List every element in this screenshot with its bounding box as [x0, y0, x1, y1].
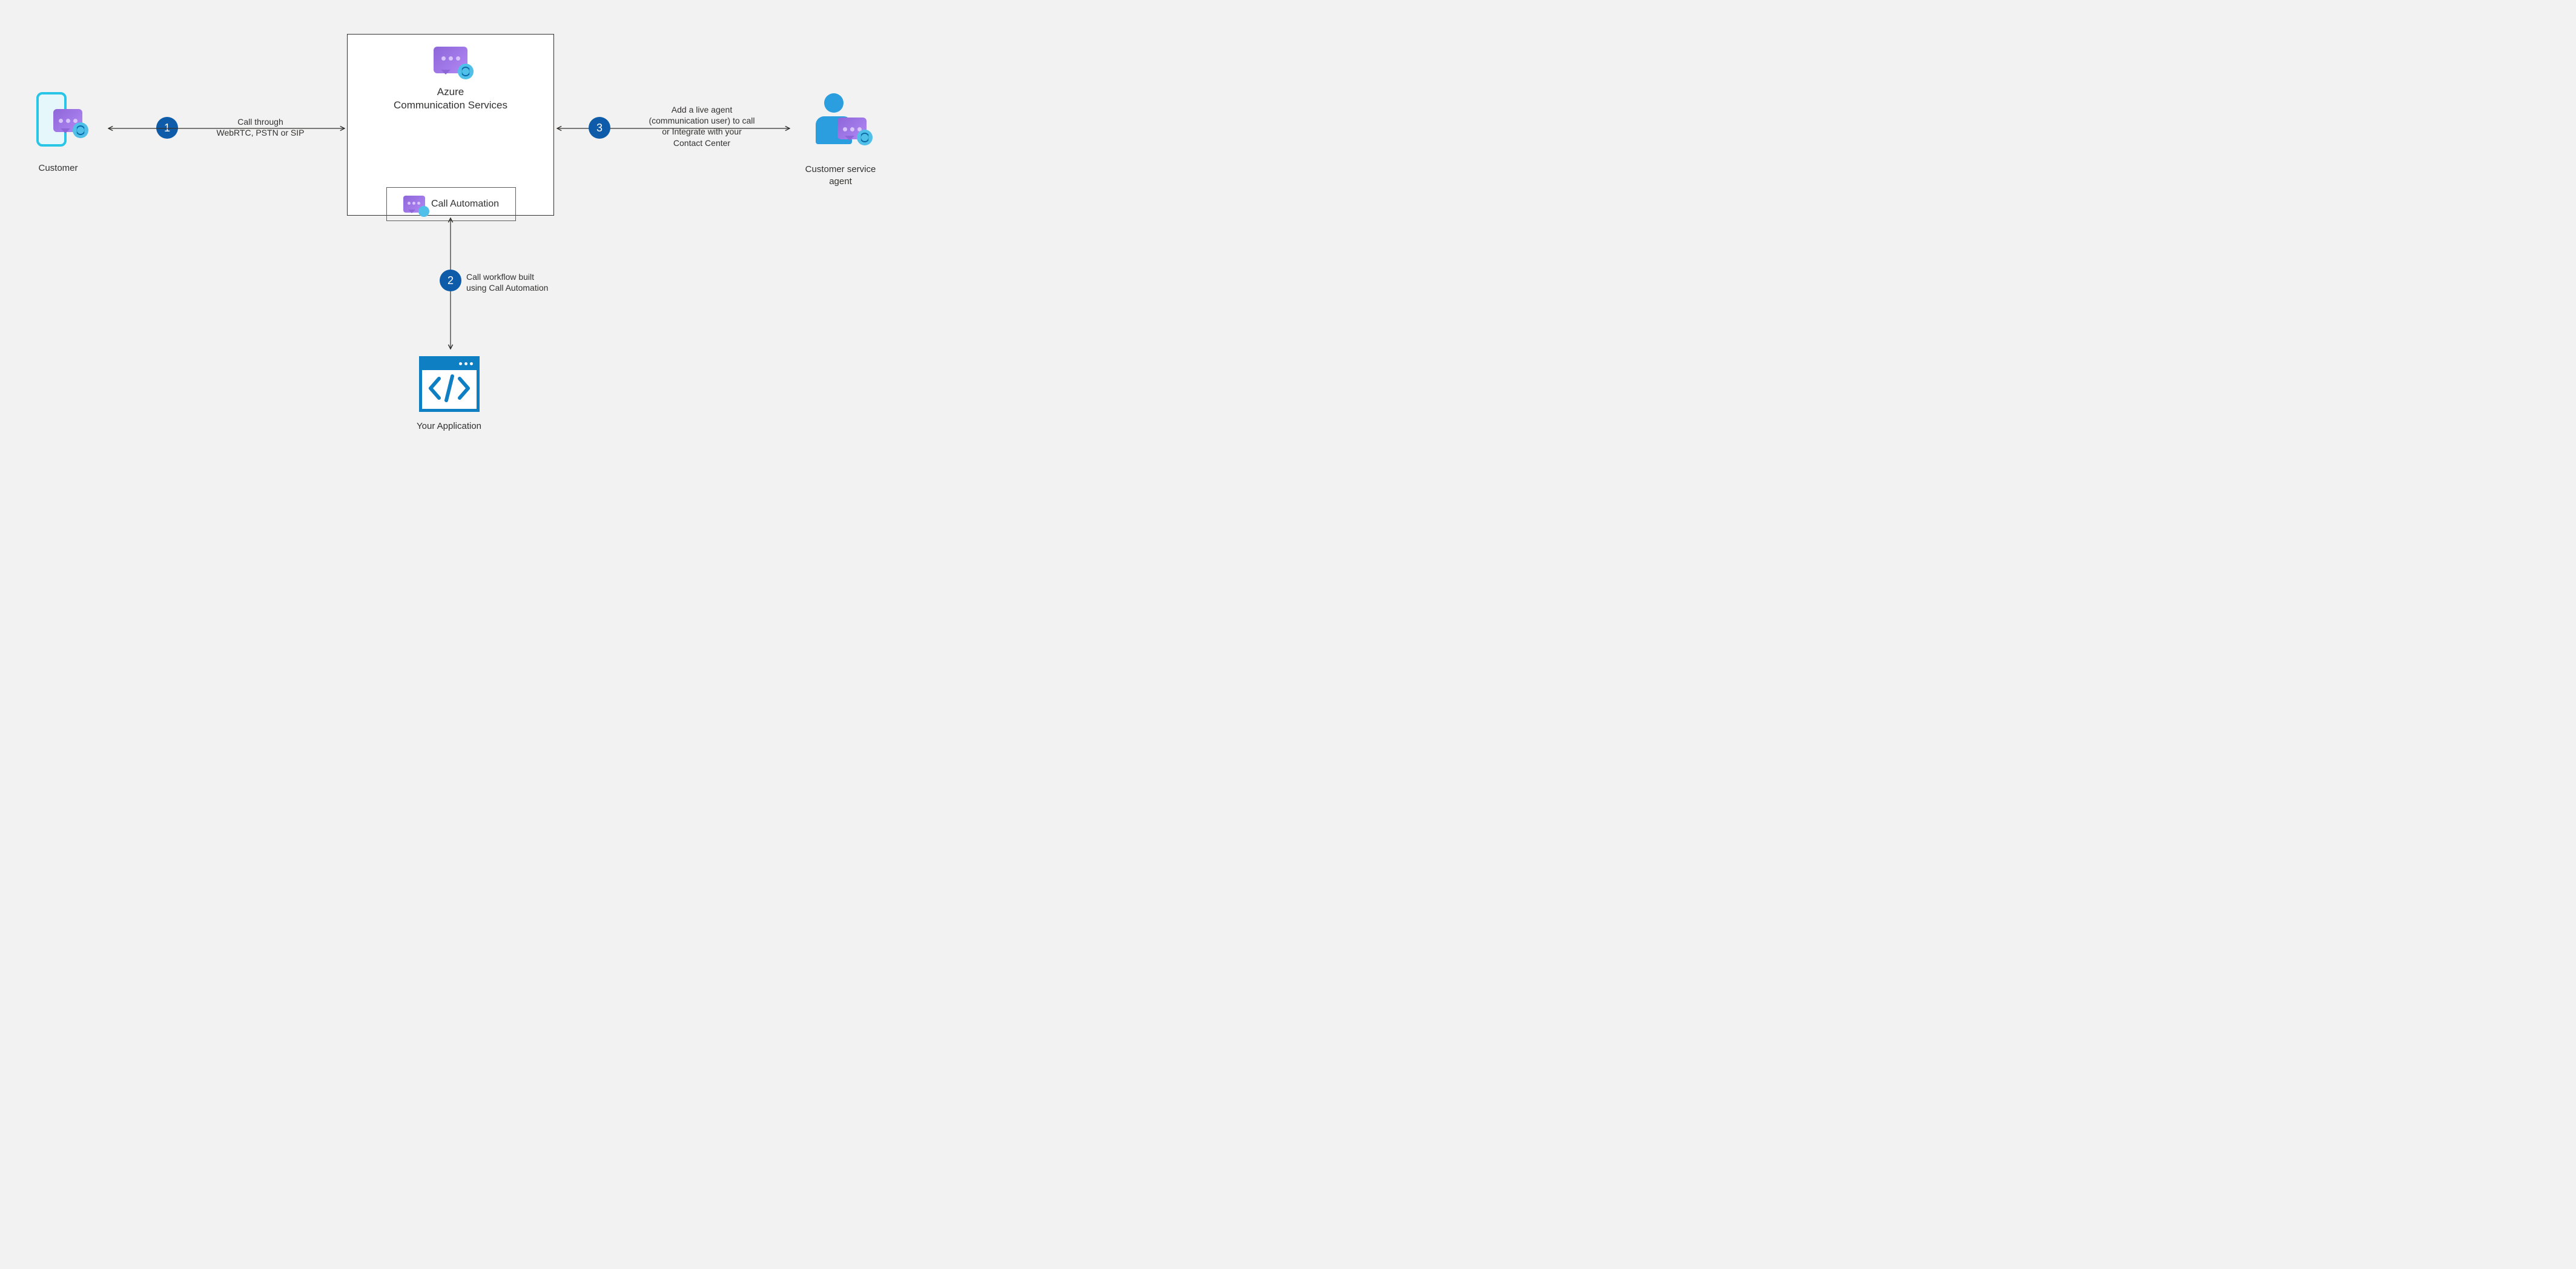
your-app-node: Your Application — [417, 356, 481, 432]
phone-icon — [73, 122, 88, 138]
customer-icon — [36, 92, 80, 153]
step-2-badge: 2 — [440, 270, 461, 291]
agent-node: Customer service agent — [792, 93, 889, 187]
acs-icon — [434, 47, 467, 81]
chat-bubble-icon — [434, 47, 467, 73]
chat-bubble-icon — [837, 118, 867, 139]
phone-icon — [857, 130, 873, 145]
your-app-label: Your Application — [417, 420, 481, 432]
step-2-label: Call workflow built using Call Automatio… — [466, 271, 581, 293]
customer-label: Customer — [36, 162, 80, 174]
acs-title-line1: Azure — [437, 86, 464, 98]
code-window-icon — [419, 356, 480, 412]
agent-icon — [813, 93, 868, 154]
step-3-label: Add a live agent (communication user) to… — [632, 104, 771, 148]
acs-box: Azure Communication Services Call Automa… — [347, 34, 554, 216]
chat-bubble-icon — [53, 109, 82, 132]
arrow-customer-acs — [106, 126, 347, 131]
agent-label: Customer service agent — [792, 164, 889, 187]
acs-title-line2: Communication Services — [394, 99, 507, 111]
step-3-badge: 3 — [589, 117, 610, 139]
customer-node: Customer — [36, 92, 80, 174]
phone-icon — [458, 64, 474, 79]
call-automation-icon — [403, 196, 425, 213]
call-automation-label: Call Automation — [431, 199, 499, 210]
